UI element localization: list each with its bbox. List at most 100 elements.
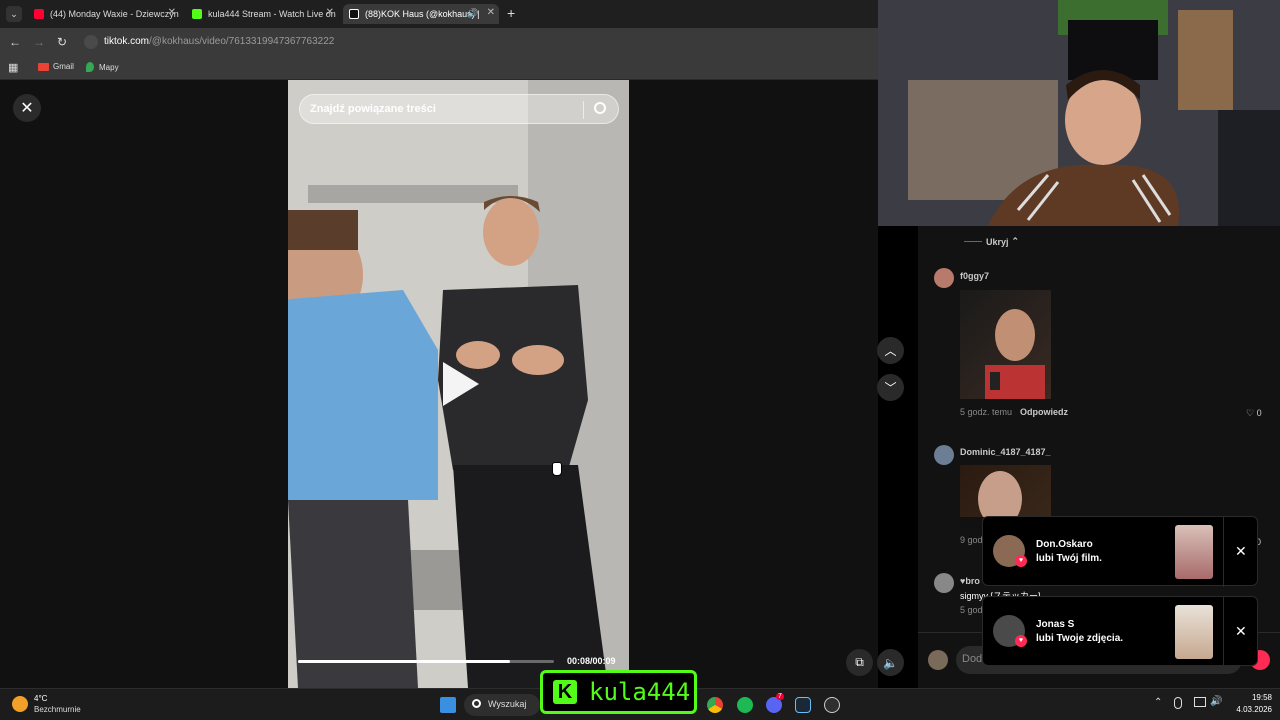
notification-card[interactable]: ♥ Don.Oskaro lubi Twój film. ✕ bbox=[982, 516, 1258, 587]
avatar[interactable] bbox=[934, 445, 954, 465]
search-icon bbox=[472, 699, 481, 708]
close-video-button[interactable]: ✕ bbox=[13, 94, 41, 122]
search-divider bbox=[583, 101, 584, 119]
discord-icon[interactable]: 7 bbox=[766, 693, 784, 713]
url-field[interactable]: tiktok.com/@kokhaus/video/76133199473677… bbox=[104, 36, 334, 47]
close-tab-icon[interactable]: ✕ bbox=[487, 7, 495, 18]
reply-button[interactable]: Odpowiedz bbox=[1020, 407, 1068, 417]
weather-widget[interactable]: 4°C Bezchmurnie bbox=[12, 693, 102, 717]
divider bbox=[1223, 597, 1224, 667]
chevron-up-icon: ︿ bbox=[884, 344, 897, 358]
forward-arrow-icon[interactable]: → bbox=[33, 35, 45, 49]
comment-placeholder: Dod bbox=[962, 653, 983, 665]
tiktok-icon bbox=[349, 9, 359, 19]
clock-date: 4.03.2026 bbox=[1236, 705, 1272, 714]
avatar[interactable] bbox=[934, 573, 954, 593]
notification-text: lubi Twój film. bbox=[1036, 553, 1102, 564]
close-icon[interactable]: ✕ bbox=[1235, 543, 1247, 560]
webcam-overlay bbox=[878, 0, 1280, 226]
notification-thumbnail bbox=[1175, 525, 1213, 579]
search-placeholder: Znajdź powiązane treści bbox=[310, 103, 436, 115]
chrome-icon[interactable] bbox=[707, 697, 723, 713]
comment-meta: 5 godz. temu Odpowiedz bbox=[960, 407, 1068, 417]
pip-button[interactable]: ⧉ bbox=[846, 649, 873, 676]
bookmarks-bar: ▦ Gmail Mapy bbox=[0, 56, 878, 80]
notification-card[interactable]: ♥ Jonas S lubi Twoje zdjęcia. ✕ bbox=[982, 596, 1258, 667]
close-tab-icon[interactable]: ✕ bbox=[326, 7, 334, 18]
like-button[interactable]: ♡ 0 bbox=[1246, 408, 1262, 419]
pip-icon: ⧉ bbox=[855, 655, 864, 669]
comment-username[interactable]: ♥bro bbox=[960, 576, 980, 586]
url-path: /@kokhaus/video/7613319947367763222 bbox=[149, 36, 335, 47]
kick-logo-icon: K bbox=[553, 680, 577, 704]
volume-icon[interactable]: 🔊 bbox=[1210, 696, 1222, 707]
hand-cursor-icon bbox=[552, 462, 562, 476]
show-hidden-icons-icon[interactable]: ⌃ bbox=[1154, 697, 1162, 708]
chevron-down-icon: ﹀ bbox=[884, 381, 897, 395]
weather-sun-icon bbox=[12, 696, 28, 712]
taskbar-search-label: Wyszukaj bbox=[488, 699, 527, 709]
tab-youtube[interactable]: (44) Monday Waxie - Dziewczyn ✕ bbox=[28, 4, 180, 24]
prev-video-button[interactable]: ︿ bbox=[877, 337, 904, 364]
url-host: tiktok.com bbox=[104, 36, 150, 47]
comment-username[interactable]: f0ggy7 bbox=[960, 271, 989, 281]
discord-badge: 7 bbox=[776, 693, 784, 700]
obs-icon[interactable] bbox=[824, 697, 840, 713]
notification-name: Jonas S bbox=[1036, 619, 1075, 630]
comment-username[interactable]: Dominic_4187_4187_ bbox=[960, 447, 1051, 457]
tab-list-button[interactable]: ⌄ bbox=[6, 6, 22, 22]
video-time: 00:08/00:09 bbox=[567, 656, 616, 666]
comment-sticker-image bbox=[960, 290, 1051, 399]
like-count: 0 bbox=[1256, 408, 1262, 418]
audio-playing-icon[interactable]: 🔊 bbox=[467, 8, 478, 19]
reload-icon[interactable]: ↻ bbox=[57, 35, 67, 49]
heart-icon: ♥ bbox=[1015, 635, 1027, 647]
tab-tiktok[interactable]: (88)KOK Haus (@kokhaus) | 🔊 ✕ bbox=[343, 4, 499, 24]
hide-replies-button[interactable]: Ukryj ⌃ bbox=[964, 236, 1019, 247]
new-tab-button[interactable]: + bbox=[507, 5, 515, 21]
tab-label: kula444 Stream - Watch Live on bbox=[208, 9, 336, 19]
apps-grid-icon[interactable]: ▦ bbox=[8, 61, 18, 74]
progress-fill bbox=[298, 660, 511, 663]
taskbar-search[interactable]: Wyszukaj bbox=[464, 694, 540, 716]
microphone-icon[interactable] bbox=[1174, 697, 1182, 709]
site-info-icon[interactable] bbox=[84, 35, 98, 49]
bookmark-label: Mapy bbox=[99, 62, 119, 72]
bookmark-maps[interactable]: Mapy bbox=[86, 62, 119, 72]
divider-line bbox=[964, 241, 982, 242]
tab-kick[interactable]: kula444 Stream - Watch Live on ✕ bbox=[186, 4, 338, 24]
tab-label: (44) Monday Waxie - Dziewczyn bbox=[50, 9, 179, 19]
heart-outline-icon: ♡ bbox=[1246, 408, 1255, 418]
bookmark-label: Gmail bbox=[53, 62, 74, 71]
network-icon[interactable] bbox=[1194, 697, 1206, 707]
related-search-input[interactable]: Znajdź powiązane treści bbox=[299, 94, 619, 124]
back-arrow-icon[interactable]: ← bbox=[9, 35, 21, 49]
next-video-button[interactable]: ﹀ bbox=[877, 374, 904, 401]
steam-icon[interactable] bbox=[795, 697, 811, 713]
spotify-icon[interactable] bbox=[737, 697, 753, 713]
windows-start-icon[interactable] bbox=[440, 697, 456, 713]
notification-thumbnail bbox=[1175, 605, 1213, 659]
maps-pin-icon bbox=[86, 62, 94, 72]
hide-label: Ukryj bbox=[986, 236, 1009, 247]
video-progress-bar[interactable] bbox=[298, 660, 554, 663]
youtube-icon bbox=[34, 9, 44, 19]
notification-name: Don.Oskaro bbox=[1036, 539, 1093, 550]
volume-icon: 🔈 bbox=[883, 655, 898, 670]
kick-stream-overlay: K kula444 bbox=[540, 670, 697, 714]
close-icon: ✕ bbox=[20, 100, 34, 117]
tab-bar: ⌄ (44) Monday Waxie - Dziewczyn ✕ kula44… bbox=[0, 0, 878, 28]
play-icon[interactable] bbox=[443, 362, 479, 406]
avatar[interactable] bbox=[934, 268, 954, 288]
search-icon[interactable] bbox=[594, 102, 606, 114]
my-avatar bbox=[928, 650, 948, 670]
gmail-icon bbox=[38, 62, 49, 71]
volume-button[interactable]: 🔈 bbox=[877, 649, 904, 676]
comment-time: 5 godz. temu bbox=[960, 407, 1013, 417]
close-tab-icon[interactable]: ✕ bbox=[168, 7, 176, 18]
weather-desc: Bezchmurnie bbox=[34, 705, 81, 714]
clock[interactable]: 19:58 4.03.2026 bbox=[1232, 693, 1272, 714]
bookmark-gmail[interactable]: Gmail bbox=[38, 62, 74, 71]
close-icon[interactable]: ✕ bbox=[1235, 623, 1247, 640]
address-bar: ← → ↻ tiktok.com/@kokhaus/video/76133199… bbox=[0, 28, 878, 56]
